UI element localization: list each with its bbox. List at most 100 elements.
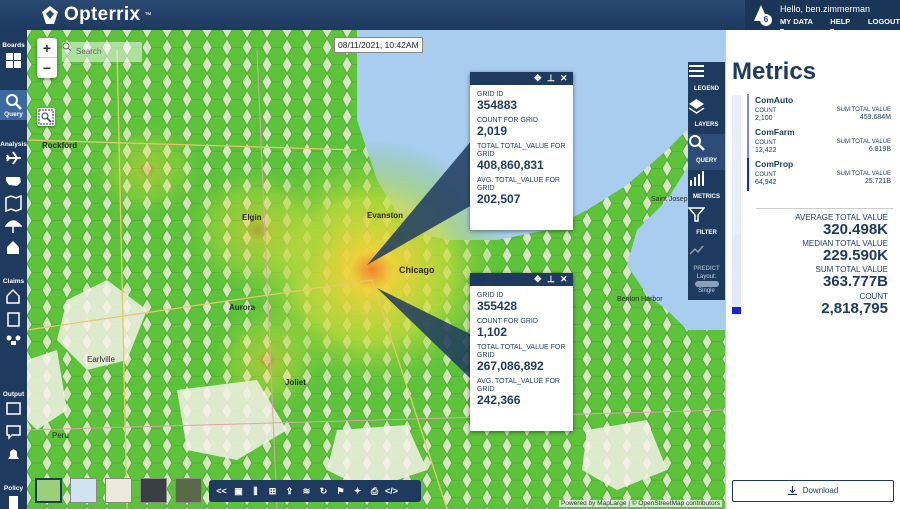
trademark: ™: [144, 11, 152, 19]
place-label: Elgin: [242, 213, 262, 222]
map-canvas: Rockford Elgin Evanston Chicago Aurora J…: [27, 30, 725, 509]
metrics-icon: [690, 171, 704, 186]
boards-icon[interactable]: [5, 52, 22, 69]
sidebar-section-output: Output: [2, 391, 25, 398]
layout-toggle[interactable]: Layout: Single: [688, 274, 725, 294]
notification-bell-icon[interactable]: [5, 446, 22, 463]
measure-icon[interactable]: ⊞: [266, 485, 279, 498]
metric-sum-value: 6.819B: [868, 146, 891, 153]
policy-icon[interactable]: [5, 493, 22, 509]
basemap-thumbnail[interactable]: [35, 478, 62, 503]
sidebar-section-analysis: Analysis: [0, 141, 27, 148]
app-name: Opterrix: [64, 4, 141, 25]
basemap-thumbnail[interactable]: [140, 478, 167, 503]
drone-icon[interactable]: [5, 334, 22, 351]
metric-sum-value: 25.721B: [864, 178, 891, 185]
move-icon[interactable]: ✥: [534, 274, 542, 285]
zoom-to-box-button[interactable]: [37, 108, 55, 126]
metric-sum-label: SUM TOTAL VALUE: [836, 107, 891, 113]
map-search-input[interactable]: Search: [62, 42, 142, 62]
metric-card-title: ComAuto: [755, 95, 794, 105]
report-icon[interactable]: [5, 400, 22, 417]
metric-card-comauto[interactable]: ComAuto COUNT 2,100 SUM TOTAL VALUE 459.…: [747, 94, 893, 127]
collapse-toolbar-button[interactable]: <<: [215, 485, 228, 498]
close-icon[interactable]: ✕: [560, 73, 568, 84]
layout-value: Single: [698, 288, 715, 294]
claims-home-icon[interactable]: [5, 288, 22, 305]
layers-icon: [688, 99, 705, 114]
print-icon[interactable]: ⎙: [368, 485, 381, 498]
share-icon[interactable]: ⚑: [334, 485, 347, 498]
embed-code-icon[interactable]: </>: [385, 485, 398, 498]
tool-metrics[interactable]: METRICS: [688, 170, 725, 206]
tool-filter[interactable]: FILTER: [688, 206, 725, 242]
basemap-thumbnail[interactable]: [70, 478, 97, 503]
scrollbar-thumb[interactable]: [732, 235, 741, 307]
house-alert-icon[interactable]: [5, 239, 22, 256]
user-greeting: Hello, ben.zimmerman: [780, 4, 871, 14]
sidebar-section-policy: Policy: [3, 485, 24, 492]
tool-legend[interactable]: LEGEND: [688, 62, 725, 98]
place-label: Rockford: [42, 141, 77, 150]
place-label: Earlville: [87, 355, 116, 364]
layers-stack-icon[interactable]: ≋: [300, 485, 313, 498]
layout-label: Layout:: [696, 274, 717, 280]
zoom-out-button[interactable]: −: [37, 58, 57, 78]
metric-sum-label: SUM TOTAL VALUE: [836, 139, 891, 145]
popup-label: AVG. TOTAL_VALUE FOR GRID: [477, 177, 560, 192]
umbrella-icon[interactable]: [5, 218, 22, 235]
place-label: Saint Joseph: [651, 196, 692, 203]
basemap-thumbnail[interactable]: [175, 478, 202, 503]
popup-label: AVG. TOTAL_VALUE FOR GRID: [477, 378, 560, 393]
twitter-icon[interactable]: ✦: [351, 485, 364, 498]
metrics-panel: Metrics ComAuto COUNT 2,100 SUM TOTAL VA…: [725, 30, 900, 509]
map-fold-icon[interactable]: [5, 195, 22, 212]
popup-value: 1,102: [477, 325, 508, 339]
claims-list-icon[interactable]: [5, 311, 22, 328]
zoom-control: + −: [37, 38, 57, 78]
zoom-in-button[interactable]: +: [37, 38, 57, 58]
map-view[interactable]: Rockford Elgin Evanston Chicago Aurora J…: [27, 30, 725, 509]
metric-card-comprop[interactable]: ComProp COUNT 64,942 SUM TOTAL VALUE 25.…: [747, 158, 893, 191]
tool-query[interactable]: QUERY: [688, 134, 725, 170]
metric-sum-label: SUM TOTAL VALUE: [836, 171, 891, 177]
tool-label: QUERY: [695, 158, 718, 164]
compare-icon[interactable]: ⫼: [249, 485, 262, 498]
save-icon[interactable]: ▣: [232, 485, 245, 498]
close-icon[interactable]: ✕: [560, 274, 568, 285]
move-icon[interactable]: ✥: [534, 73, 542, 84]
download-label: Download: [802, 486, 839, 495]
pin-icon[interactable]: ⊥: [547, 73, 555, 84]
tool-label: PREDICT: [693, 266, 720, 272]
search-icon: [6, 94, 22, 110]
user-area: 6 Hello, ben.zimmerman MY DATA ▾ HELP ▾ …: [745, 0, 900, 35]
scrollbar-marker: [732, 307, 741, 314]
upload-icon[interactable]: ⇪: [283, 485, 296, 498]
basemap-thumbnail[interactable]: [105, 478, 132, 503]
sidebar-section-claims: Claims: [2, 278, 25, 285]
tool-label: FILTER: [696, 230, 717, 236]
tool-label: METRICS: [693, 194, 720, 200]
comment-icon[interactable]: [5, 423, 22, 440]
place-label: Chicago: [399, 265, 435, 275]
tool-predict[interactable]: PREDICT: [688, 242, 725, 278]
map-timestamp: 08/11/2021, 10:42AM: [334, 37, 423, 53]
layout-switch[interactable]: [694, 281, 719, 287]
pin-icon[interactable]: ⊥: [547, 274, 555, 285]
popup-header: ✥ ⊥ ✕: [470, 273, 573, 286]
download-button[interactable]: Download: [732, 480, 894, 502]
us-map-icon[interactable]: [5, 173, 22, 190]
app-logo[interactable]: Opterrix ™: [40, 4, 151, 26]
legend-icon: [689, 65, 704, 77]
plane-icon[interactable]: [5, 150, 22, 167]
tool-layers[interactable]: LAYERS: [688, 98, 725, 134]
place-label: Peru: [52, 431, 69, 440]
place-label: Aurora: [229, 303, 256, 312]
metric-card-comfarm[interactable]: ComFarm COUNT 12,422 SUM TOTAL VALUE 6.8…: [747, 126, 893, 159]
metric-sum-value: 459.684M: [859, 114, 891, 121]
refresh-icon[interactable]: ↻: [317, 485, 330, 498]
grid-info-popup: ✥ ⊥ ✕ GRID ID 355428 COUNT FOR GRID 1,10…: [470, 273, 573, 431]
tool-label: LEGEND: [693, 86, 719, 92]
popup-value: 355428: [477, 299, 518, 313]
top-bar: Opterrix ™ 6 Hello, ben.zimmerman MY DATA…: [0, 0, 900, 35]
